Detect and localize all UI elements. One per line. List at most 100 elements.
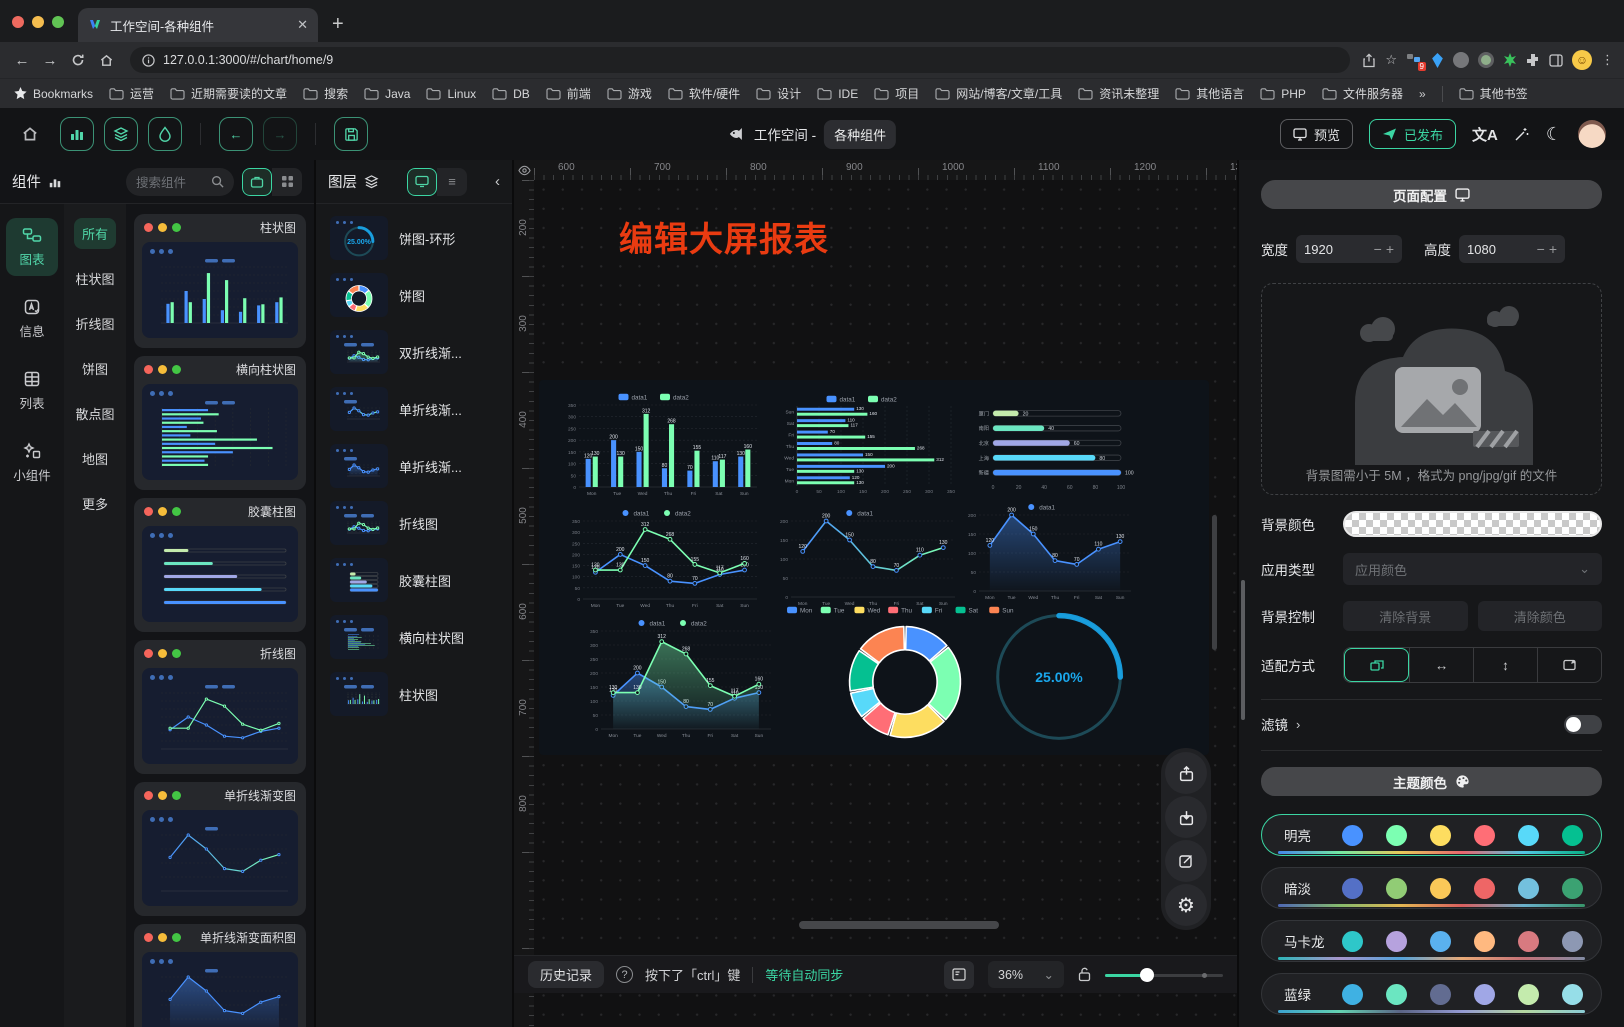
sidebar-item-1[interactable]: 图表 (6, 218, 58, 276)
layers-toggle-button[interactable] (104, 117, 138, 151)
site-info-icon[interactable] (142, 54, 155, 67)
layer-item[interactable]: 柱状图 (328, 670, 500, 718)
height-value[interactable] (1467, 242, 1533, 257)
layer-item[interactable]: 胶囊柱图 (328, 556, 500, 604)
component-card[interactable]: 单折线渐变图 (134, 782, 306, 916)
canvas-area[interactable]: 编辑大屏报表 data1data2050100150200250300350Mo… (534, 180, 1237, 1027)
theme-color-dot[interactable] (1386, 984, 1407, 1005)
bookmarks-root[interactable]: Bookmarks (14, 87, 93, 101)
panel-scrollbar[interactable] (1241, 580, 1245, 720)
translate-icon[interactable]: 文A (1472, 124, 1498, 145)
sidebar-item-2[interactable]: 信息 (6, 290, 58, 348)
tab-close-icon[interactable]: ✕ (297, 17, 308, 33)
lock-icon[interactable] (1078, 967, 1091, 982)
bookmark-folder[interactable]: 搜索 (303, 85, 348, 102)
close-window-button[interactable] (12, 16, 24, 28)
fit-height-button[interactable]: ↕ (1473, 648, 1537, 682)
theme-droplet-button[interactable] (148, 117, 182, 151)
bookmark-folder[interactable]: Java (364, 85, 410, 102)
magic-wand-icon[interactable] (1514, 126, 1530, 142)
bookmark-folder[interactable]: PHP (1260, 85, 1306, 102)
dashboard-preview[interactable]: data1data2050100150200250300350Mon120130… (539, 380, 1209, 755)
category-饼图[interactable]: 饼图 (74, 353, 116, 384)
app-type-select[interactable]: 应用颜色 ⌄ (1343, 553, 1602, 585)
category-柱状图[interactable]: 柱状图 (67, 263, 122, 294)
decrement-icon[interactable]: − (1374, 241, 1382, 257)
clear-color-button[interactable]: 清除颜色 (1478, 601, 1603, 631)
clear-background-button[interactable]: 清除背景 (1343, 601, 1468, 631)
theme-color-dot[interactable] (1562, 878, 1583, 899)
layer-item[interactable]: 单折线渐... (328, 442, 500, 490)
board-chart-胶囊柱图[interactable]: 厦门20南阳40北京60上海80新疆100020406080100 (963, 396, 1135, 496)
board-chart-单折线渐变图[interactable]: data1050100150200MonTueWedThuFriSatSun12… (769, 506, 961, 612)
fit-stretch-button[interactable] (1537, 648, 1601, 682)
theme-color-dot[interactable] (1474, 931, 1495, 952)
increment-icon[interactable]: + (1386, 241, 1394, 257)
theme-color-dot[interactable] (1474, 825, 1495, 846)
bookmark-folder[interactable]: 近期需要读的文章 (170, 85, 287, 102)
dark-mode-moon-icon[interactable]: ☾ (1546, 124, 1562, 145)
theme-color-dot[interactable] (1430, 931, 1451, 952)
publish-button[interactable]: 已发布 (1369, 119, 1456, 149)
collapse-panel-icon[interactable]: ‹ (495, 173, 500, 190)
theme-color-dot[interactable] (1386, 878, 1407, 899)
theme-color-dot[interactable] (1474, 984, 1495, 1005)
increment-icon[interactable]: + (1549, 241, 1557, 257)
board-chart-双折线渐变图[interactable]: data1data2050100150200250300350MonTueWed… (579, 616, 777, 744)
bookmark-folder[interactable]: IDE (817, 85, 858, 102)
dashboard-title-text[interactable]: 编辑大屏报表 (619, 212, 829, 261)
grid-view-toggle[interactable] (272, 168, 302, 196)
history-button[interactable]: 历史记录 (528, 961, 604, 988)
bookmark-folder[interactable]: 项目 (874, 85, 919, 102)
component-card[interactable]: 折线图 (134, 640, 306, 774)
user-avatar[interactable] (1578, 120, 1606, 148)
extension-icon[interactable] (1453, 52, 1469, 68)
theme-color-dot[interactable] (1430, 984, 1451, 1005)
theme-color-dot[interactable] (1342, 984, 1363, 1005)
bookmarks-overflow-icon[interactable]: » (1419, 87, 1426, 101)
theme-color-dot[interactable] (1342, 878, 1363, 899)
board-chart-柱状图[interactable]: data1data2050100150200250300350Mon120130… (557, 390, 763, 502)
import-button[interactable] (1165, 796, 1207, 838)
extension-icon[interactable]: 9 (1406, 52, 1422, 68)
theme-color-dot[interactable] (1386, 825, 1407, 846)
theme-color-dot[interactable] (1518, 984, 1539, 1005)
bookmark-star-icon[interactable]: ☆ (1385, 52, 1397, 68)
theme-color-dot[interactable] (1430, 825, 1451, 846)
minimize-window-button[interactable] (32, 16, 44, 28)
theme-color-dot[interactable] (1518, 878, 1539, 899)
theme-color-dot[interactable] (1562, 931, 1583, 952)
workspace-name-badge[interactable]: 各种组件 (824, 120, 896, 149)
theme-color-dot[interactable] (1518, 825, 1539, 846)
width-value[interactable] (1304, 242, 1370, 257)
bookmark-folder[interactable]: 运营 (109, 85, 154, 102)
theme-color-dot[interactable] (1342, 825, 1363, 846)
layer-item[interactable]: 单折线渐... (328, 385, 500, 433)
theme-color-dot[interactable] (1430, 878, 1451, 899)
extension-icon[interactable] (1503, 53, 1517, 67)
side-panel-icon[interactable] (1549, 54, 1563, 67)
theme-color-dot[interactable] (1342, 931, 1363, 952)
bookmark-folder[interactable]: 设计 (756, 85, 801, 102)
horizontal-scrollbar[interactable] (799, 921, 999, 929)
board-chart-饼图-环形[interactable]: 25.00% (977, 604, 1141, 750)
component-card[interactable]: 单折线渐变面积图 (134, 924, 306, 1027)
layer-item[interactable]: 折线图 (328, 499, 500, 547)
window-controls[interactable] (12, 16, 64, 28)
bookmark-folder[interactable]: 其他语言 (1175, 85, 1244, 102)
category-更多[interactable]: 更多 (74, 488, 116, 519)
category-所有[interactable]: 所有 (74, 218, 116, 249)
reload-icon[interactable] (66, 48, 90, 72)
redo-button[interactable]: → (263, 117, 297, 151)
browser-forward-icon[interactable]: → (38, 48, 62, 72)
bookmark-folder[interactable]: Linux (426, 85, 476, 102)
browser-tab[interactable]: 工作空间-各种组件 ✕ (78, 8, 318, 42)
new-tab-button[interactable]: + (332, 13, 344, 36)
bookmark-folder[interactable]: 前端 (546, 85, 591, 102)
theme-row-马卡龙[interactable]: 马卡龙 (1261, 920, 1602, 962)
board-chart-横向柱状图[interactable]: data1data2050100150200250300350Sun130160… (773, 392, 963, 500)
decrement-icon[interactable]: − (1537, 241, 1545, 257)
category-折线图[interactable]: 折线图 (67, 308, 122, 339)
layer-item[interactable]: 双折线渐... (328, 328, 500, 376)
extensions-puzzle-icon[interactable] (1526, 53, 1540, 67)
